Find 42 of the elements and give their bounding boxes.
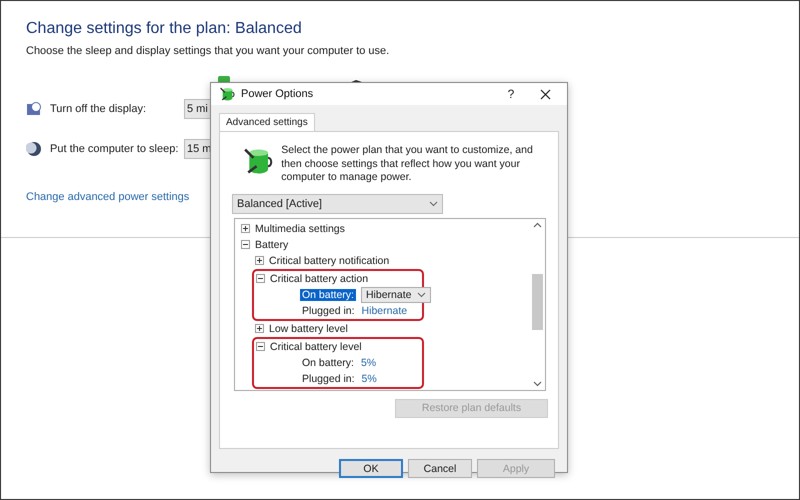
page-subtitle: Choose the sleep and display settings that you want your computer to use. [26, 45, 390, 57]
advanced-settings-link[interactable]: Change advanced power settings [26, 191, 190, 203]
battery-plug-icon [219, 86, 235, 102]
help-button[interactable]: ? [497, 83, 525, 105]
intro-text: Select the power plan that you want to customize, and then choose settings that reflect how you want your computer to manage power. [281, 144, 534, 184]
setting-value[interactable]: Hibernate [362, 304, 408, 316]
page-title: Change settings for the plan: Balanced [26, 20, 303, 38]
close-icon [540, 88, 550, 100]
expand-icon[interactable] [255, 256, 264, 265]
tab[interactable]: Advanced settings [219, 113, 315, 131]
setting-value[interactable]: 5% [360, 356, 376, 368]
tree-item[interactable]: Critical battery level [270, 340, 362, 352]
setting-label[interactable]: Plugged in: [300, 304, 357, 316]
collapse-icon[interactable] [241, 240, 250, 249]
tree-item[interactable]: Low battery level [269, 322, 348, 334]
setting-label: Put the computer to sleep: [50, 143, 180, 155]
time-dropdown[interactable]: 5 mi [184, 99, 210, 119]
scroll-thumb[interactable] [532, 274, 543, 330]
chevron-down-icon [429, 200, 438, 206]
monitor-clock-icon [26, 101, 42, 117]
dialog-button[interactable]: Cancel [408, 459, 472, 478]
setting-value[interactable]: 5% [362, 372, 377, 384]
tree-item[interactable]: Multimedia settings [255, 222, 345, 234]
expand-icon[interactable] [255, 324, 264, 333]
tree-item[interactable]: Battery [255, 238, 288, 250]
moon-icon [26, 141, 42, 157]
scroll-up-icon[interactable] [533, 222, 542, 228]
setting-label[interactable]: On battery: [300, 288, 356, 300]
plan-dropdown[interactable]: Balanced [Active] [232, 194, 443, 214]
chevron-down-icon [417, 292, 426, 298]
dialog-button[interactable]: OK [339, 459, 403, 478]
expand-icon[interactable] [241, 224, 250, 233]
tree-item[interactable]: Critical battery action [270, 272, 368, 284]
setting-label[interactable]: Plugged in: [300, 372, 357, 384]
value-dropdown[interactable]: Hibernate [360, 286, 432, 302]
setting-label: Turn off the display: [50, 103, 147, 115]
collapse-icon[interactable] [256, 274, 265, 283]
tree-item[interactable]: Critical battery notification [269, 254, 390, 266]
collapse-icon[interactable] [256, 342, 265, 351]
setting-label[interactable]: On battery: [300, 356, 356, 368]
dialog-title: Power Options [241, 88, 314, 100]
scroll-down-icon[interactable] [533, 380, 542, 386]
